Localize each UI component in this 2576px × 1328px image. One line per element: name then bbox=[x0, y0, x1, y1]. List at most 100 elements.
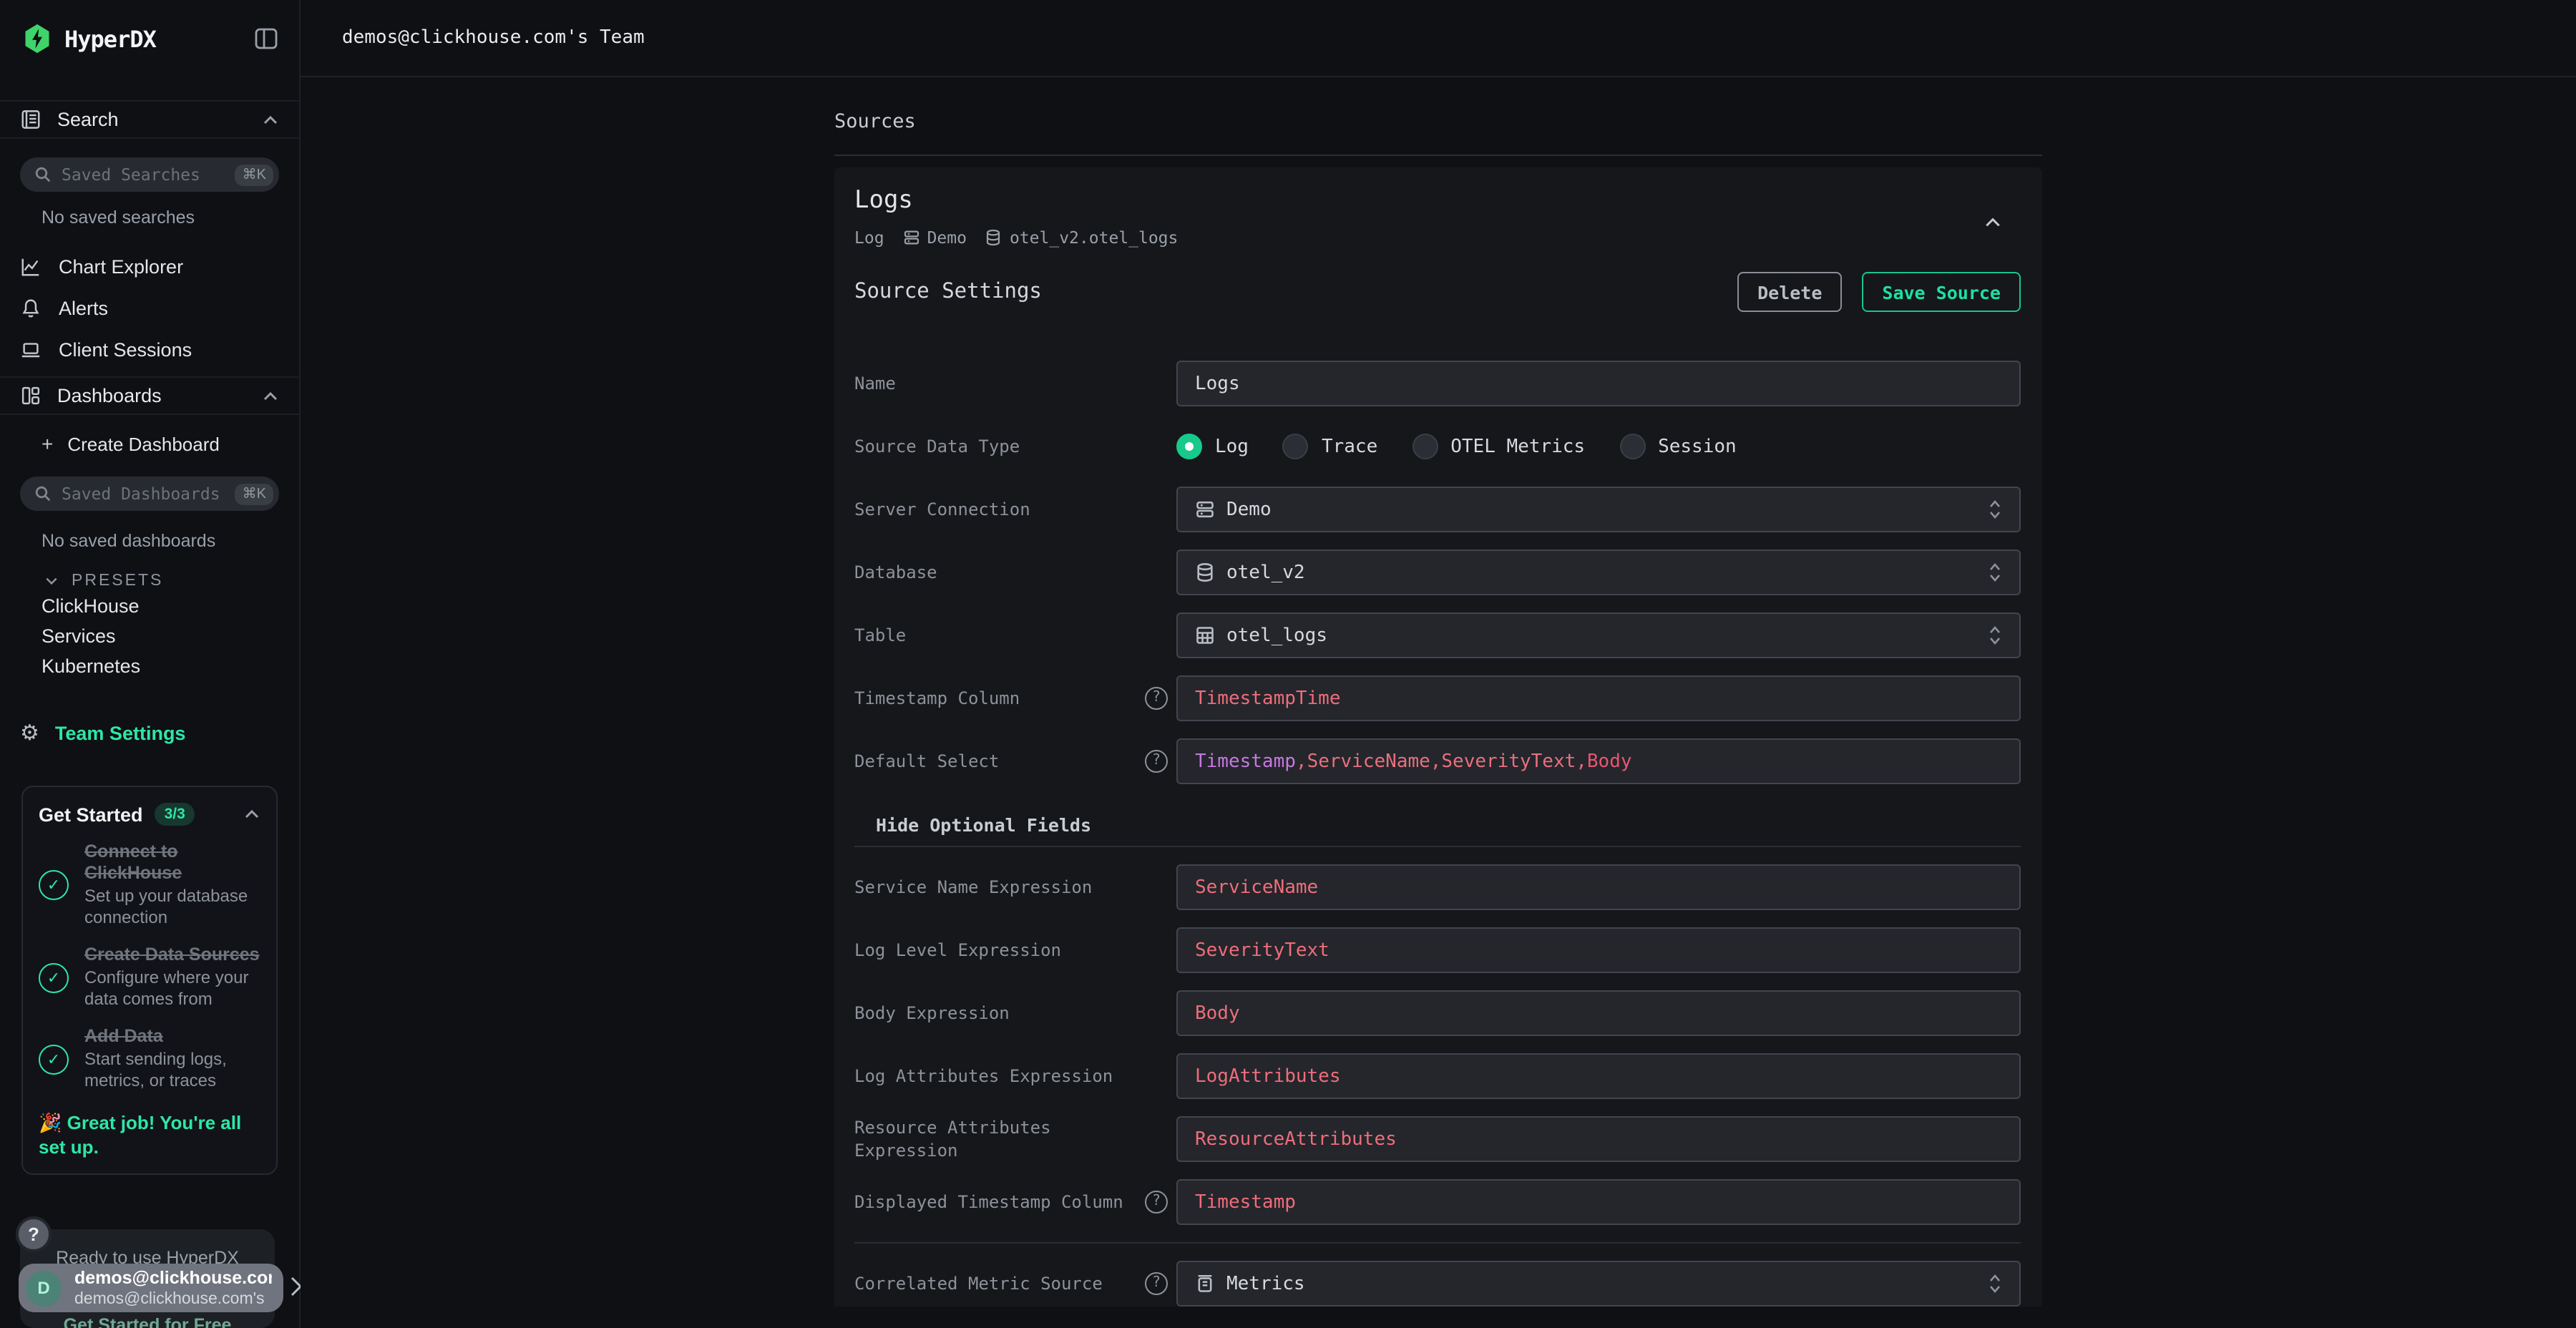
field-name: Name Logs bbox=[854, 361, 2021, 406]
create-dashboard-label: Create Dashboard bbox=[67, 433, 219, 454]
sql-value: SeverityText bbox=[1195, 939, 1330, 961]
laptop-icon bbox=[20, 339, 42, 361]
select-value: otel_v2 bbox=[1226, 562, 1305, 583]
divider bbox=[854, 846, 2021, 847]
radio-session[interactable]: Session bbox=[1619, 434, 1737, 459]
source-card-logs: Logs Log Demo otel_v2.otel_logs bbox=[834, 167, 2042, 1307]
body-expression-input[interactable]: Body bbox=[1176, 990, 2021, 1036]
help-icon[interactable]: ? bbox=[1145, 687, 1168, 710]
server-icon bbox=[1195, 499, 1215, 519]
radio-otel-metrics[interactable]: OTEL Metrics bbox=[1412, 434, 1585, 459]
get-started-free-button[interactable]: Get Started for Free bbox=[20, 1315, 275, 1328]
select-chevrons-icon bbox=[1988, 1272, 2002, 1295]
create-dashboard-button[interactable]: + Create Dashboard bbox=[42, 429, 279, 458]
user-menu[interactable]: D demos@clickhouse.com demos@clickhouse.… bbox=[19, 1264, 283, 1312]
field-log-attributes: Log Attributes Expression LogAttributes bbox=[854, 1053, 2021, 1099]
radio-selected-icon bbox=[1176, 434, 1202, 459]
sql-value: Timestamp,ServiceName,SeverityText,Body bbox=[1195, 751, 1632, 772]
chevron-up-icon[interactable] bbox=[262, 387, 279, 404]
collapse-card-icon[interactable] bbox=[1984, 213, 2002, 232]
preset-services[interactable]: Services bbox=[0, 621, 299, 651]
displayed-timestamp-input[interactable]: Timestamp bbox=[1176, 1179, 2021, 1225]
saved-dashboards-input[interactable]: Saved Dashboards ⌘K bbox=[20, 477, 279, 511]
field-correlated-metric: Correlated Metric Source ? Metrics bbox=[854, 1261, 2021, 1307]
service-name-input[interactable]: ServiceName bbox=[1176, 864, 2021, 910]
saved-searches-input[interactable]: Saved Searches ⌘K bbox=[20, 157, 279, 192]
search-section-icon bbox=[20, 109, 42, 130]
radio-icon bbox=[1283, 434, 1309, 459]
checklist-item-desc: Configure where your data comes from bbox=[84, 967, 260, 1010]
sidebar-item-chart-explorer[interactable]: Chart Explorer bbox=[0, 246, 299, 288]
source-meta: Log Demo otel_v2.otel_logs bbox=[854, 228, 2021, 248]
checklist-item-title: Create Data Sources bbox=[84, 944, 260, 966]
field-database: Database otel_v2 bbox=[854, 550, 2021, 595]
sidebar-item-client-sessions[interactable]: Client Sessions bbox=[0, 329, 299, 371]
field-label: Table bbox=[854, 624, 1168, 647]
help-icon[interactable]: ? bbox=[1145, 1272, 1168, 1295]
resource-attributes-input[interactable]: ResourceAttributes bbox=[1176, 1116, 2021, 1162]
field-default-select: Default Select ? Timestamp,ServiceName,S… bbox=[854, 738, 2021, 784]
select-chevrons-icon bbox=[1988, 498, 2002, 521]
top-bar: demos@clickhouse.com's Team bbox=[301, 0, 2576, 77]
select-value: otel_logs bbox=[1226, 625, 1327, 646]
field-label: Database bbox=[854, 561, 1168, 584]
field-label: Displayed Timestamp Column bbox=[854, 1191, 1145, 1214]
sidebar-item-team-settings[interactable]: ⚙ Team Settings bbox=[0, 716, 299, 750]
sidebar-collapse-icon[interactable] bbox=[253, 26, 279, 52]
field-label: Timestamp Column bbox=[854, 687, 1145, 710]
field-source-data-type: Source Data Type Log Trace bbox=[854, 424, 2021, 469]
user-team: demos@clickhouse.com's bbox=[74, 1289, 272, 1309]
help-button[interactable]: ? bbox=[16, 1216, 52, 1252]
logo-row: HyperDX bbox=[0, 0, 299, 57]
sidebar: HyperDX Search Saved Searches ⌘K No save… bbox=[0, 0, 301, 1328]
hide-optional-fields-toggle[interactable]: Hide Optional Fields bbox=[876, 814, 2021, 836]
field-label: Default Select bbox=[854, 750, 1145, 773]
correlated-metric-select[interactable]: Metrics bbox=[1176, 1261, 2021, 1307]
log-level-input[interactable]: SeverityText bbox=[1176, 927, 2021, 973]
field-service-name: Service Name Expression ServiceName bbox=[854, 864, 2021, 910]
get-started-header[interactable]: Get Started 3/3 bbox=[39, 803, 260, 826]
get-started-title: Get Started bbox=[39, 804, 143, 825]
default-select-input[interactable]: Timestamp,ServiceName,SeverityText,Body bbox=[1176, 738, 2021, 784]
field-server-connection: Server Connection Demo bbox=[854, 487, 2021, 532]
server-connection-select[interactable]: Demo bbox=[1176, 487, 2021, 532]
table-select[interactable]: otel_logs bbox=[1176, 612, 2021, 658]
preset-kubernetes[interactable]: Kubernetes bbox=[0, 651, 299, 681]
help-icon[interactable]: ? bbox=[1145, 1191, 1168, 1214]
brand-name: HyperDX bbox=[64, 25, 253, 52]
chevron-up-icon[interactable] bbox=[243, 806, 260, 823]
radio-label: OTEL Metrics bbox=[1450, 436, 1585, 457]
radio-label: Session bbox=[1658, 436, 1737, 457]
radio-trace[interactable]: Trace bbox=[1283, 434, 1377, 459]
save-source-button[interactable]: Save Source bbox=[1862, 272, 2021, 312]
no-saved-searches-text: No saved searches bbox=[42, 208, 279, 228]
help-icon[interactable]: ? bbox=[1145, 750, 1168, 773]
sql-value: Body bbox=[1195, 1002, 1240, 1024]
sql-value: Timestamp bbox=[1195, 1191, 1296, 1213]
sidebar-section-search[interactable]: Search bbox=[0, 100, 299, 139]
name-input[interactable]: Logs bbox=[1176, 361, 2021, 406]
presets-toggle[interactable]: PRESETS bbox=[44, 570, 279, 591]
timestamp-column-input[interactable]: TimestampTime bbox=[1176, 675, 2021, 721]
presets-label: PRESETS bbox=[72, 572, 163, 589]
check-circle-icon: ✓ bbox=[39, 962, 69, 992]
shortcut-badge: ⌘K bbox=[235, 164, 273, 185]
checklist-item[interactable]: ✓ Add Data Start sending logs, metrics, … bbox=[39, 1026, 260, 1092]
gear-icon: ⚙ bbox=[20, 722, 39, 743]
shortcut-badge: ⌘K bbox=[235, 483, 273, 504]
database-select[interactable]: otel_v2 bbox=[1176, 550, 2021, 595]
log-attributes-input[interactable]: LogAttributes bbox=[1176, 1053, 2021, 1099]
radio-log[interactable]: Log bbox=[1176, 434, 1249, 459]
checklist-item-title: Add Data bbox=[84, 1026, 260, 1048]
chevron-up-icon[interactable] bbox=[262, 111, 279, 128]
checklist-item[interactable]: ✓ Create Data Sources Configure where yo… bbox=[39, 944, 260, 1010]
name-value: Logs bbox=[1195, 373, 1240, 394]
get-started-card: Get Started 3/3 ✓ Connect to ClickHouse … bbox=[21, 786, 278, 1175]
sidebar-item-alerts[interactable]: Alerts bbox=[0, 288, 299, 329]
sql-value: ServiceName bbox=[1195, 877, 1318, 898]
sidebar-item-label: Dashboards bbox=[57, 385, 262, 406]
sidebar-section-dashboards[interactable]: Dashboards bbox=[0, 376, 299, 415]
delete-button[interactable]: Delete bbox=[1737, 272, 1842, 312]
checklist-item[interactable]: ✓ Connect to ClickHouse Set up your data… bbox=[39, 841, 260, 929]
preset-clickhouse[interactable]: ClickHouse bbox=[0, 591, 299, 621]
